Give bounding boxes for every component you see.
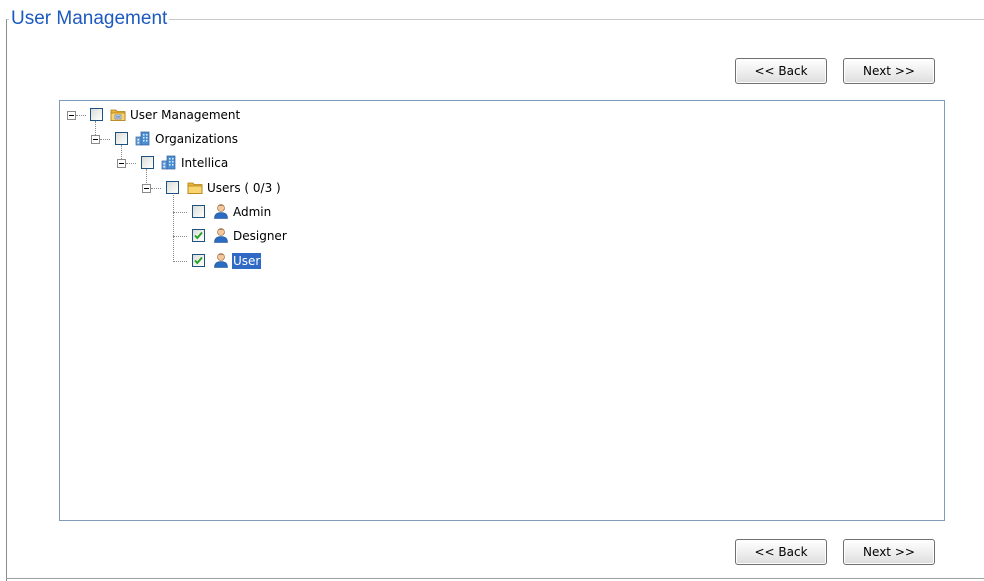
tree-label-organizations[interactable]: Organizations bbox=[154, 131, 239, 147]
tree-label-admin[interactable]: Admin bbox=[232, 204, 272, 220]
tree-label-user[interactable]: User bbox=[232, 253, 262, 269]
bottom-divider bbox=[6, 578, 984, 579]
tree-connector bbox=[173, 236, 187, 237]
checkbox-user[interactable] bbox=[192, 254, 205, 267]
folder-icon bbox=[187, 179, 203, 195]
collapse-toggle-icon[interactable] bbox=[117, 159, 126, 168]
collapse-toggle-icon[interactable] bbox=[142, 184, 151, 193]
user-icon bbox=[213, 203, 229, 219]
tree-label-intellica[interactable]: Intellica bbox=[180, 155, 229, 171]
folder-users-icon bbox=[110, 106, 126, 122]
tree-label-user-management[interactable]: User Management bbox=[129, 107, 241, 123]
tree-connector bbox=[173, 261, 187, 262]
checkbox-organizations[interactable] bbox=[115, 132, 128, 145]
back-button-top[interactable]: << Back bbox=[735, 58, 827, 84]
user-icon bbox=[213, 252, 229, 268]
user-tree[interactable]: User Management Organizations Intellica … bbox=[59, 100, 945, 521]
tree-connector bbox=[76, 115, 86, 116]
checkbox-user-management[interactable] bbox=[90, 108, 103, 121]
next-button-top[interactable]: Next >> bbox=[843, 58, 935, 84]
tree-connector bbox=[126, 163, 136, 164]
collapse-toggle-icon[interactable] bbox=[67, 111, 76, 120]
next-button-bottom[interactable]: Next >> bbox=[843, 539, 935, 565]
building-icon bbox=[135, 130, 151, 146]
tree-connector bbox=[173, 193, 174, 262]
user-icon bbox=[213, 227, 229, 243]
checkbox-designer[interactable] bbox=[192, 229, 205, 242]
page-title: User Management bbox=[9, 8, 170, 30]
tree-connector bbox=[173, 212, 187, 213]
tree-label-designer[interactable]: Designer bbox=[232, 228, 288, 244]
collapse-toggle-icon[interactable] bbox=[91, 135, 100, 144]
building-icon bbox=[161, 154, 177, 170]
checkbox-admin[interactable] bbox=[192, 205, 205, 218]
tree-connector bbox=[151, 188, 161, 189]
tree-connector bbox=[100, 139, 110, 140]
checkbox-users[interactable] bbox=[166, 181, 179, 194]
back-button-bottom[interactable]: << Back bbox=[735, 539, 827, 565]
checkbox-intellica[interactable] bbox=[141, 156, 154, 169]
tree-label-users[interactable]: Users ( 0/3 ) bbox=[206, 180, 282, 196]
